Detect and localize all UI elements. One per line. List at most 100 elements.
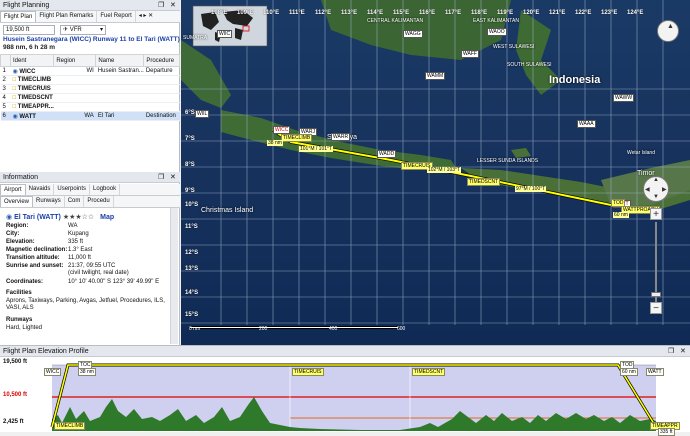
waypoint-tag[interactable]: WAOO	[487, 28, 507, 36]
route-fix[interactable]: TIMECLIMB	[281, 134, 313, 142]
plane-icon: ✈	[63, 27, 69, 33]
altitude-row: 19,500 ft ✈ VFR ▾	[0, 24, 180, 35]
table-row-selected[interactable]: 6 ◉ WATT WA El Tari Destination	[0, 111, 180, 121]
compass-rose[interactable]: ▲	[657, 20, 679, 42]
elevation-chart[interactable]	[0, 357, 690, 433]
waypoint-tag[interactable]: WIIC	[217, 30, 233, 38]
table-header: Ident Region Name Procedure	[0, 54, 180, 67]
restore-icon[interactable]: ❐	[158, 173, 164, 182]
scale-label: 0 nm	[189, 326, 201, 332]
map-view[interactable]: 108°E 109°E 110°E 111°E 112°E 113°E 114°…	[181, 0, 690, 345]
zoom-slider-handle[interactable]	[651, 292, 661, 297]
waypoint-tag[interactable]: WICC	[273, 126, 291, 134]
pan-right-icon[interactable]: ▶	[662, 186, 667, 193]
table-row[interactable]: 3 □ TIMECRUIS	[0, 84, 180, 94]
lon-label: 123°E	[601, 10, 618, 16]
lat-label: 8°S	[185, 162, 195, 168]
map-link[interactable]: Map	[100, 214, 114, 221]
lon-label: 122°E	[575, 10, 592, 16]
info-declination: Magnetic declination:1.3° East	[6, 247, 93, 253]
row-ident: ◉ WATT	[10, 111, 54, 121]
waypoint-tag[interactable]: WIIL	[195, 110, 210, 118]
runways-heading: Runways	[6, 317, 33, 323]
zoom-slider-track[interactable]	[655, 222, 657, 302]
close-icon[interactable]: ✕	[680, 347, 686, 356]
restore-icon[interactable]: ❐	[158, 1, 164, 10]
waypoint-tag[interactable]: WAMM	[425, 72, 446, 80]
info-region: Region: WA	[6, 223, 78, 229]
altitude-spinbox[interactable]: 19,500 ft	[3, 25, 55, 35]
panel-title-text: Flight Planning	[3, 2, 50, 9]
col-ident[interactable]: Ident	[9, 54, 55, 67]
facilities-text: Aprons, Taxiways, Parking, Avgas, Jetfue…	[6, 298, 165, 311]
lon-label: 112°E	[315, 10, 332, 16]
tab-userpoints[interactable]: Userpoints	[54, 184, 91, 195]
lon-label: 111°E	[289, 10, 305, 16]
table-row[interactable]: 1 ◉ WICC WI Husein Sastran... Departure	[0, 66, 180, 76]
waypoint-tag[interactable]: WAAA	[577, 120, 596, 128]
col-region[interactable]: Region	[53, 54, 97, 67]
tab-remarks[interactable]: Flight Plan Remarks	[36, 11, 98, 22]
table-row[interactable]: 5 □ TIMEAPPR...	[0, 102, 180, 112]
pan-left-icon[interactable]: ◀	[645, 186, 650, 193]
row-ident: □ TIMECLIMB	[10, 75, 54, 85]
waypoint-tag[interactable]: WAWW	[613, 94, 635, 102]
scale-bar-line	[189, 326, 399, 329]
airport-subtabs: Overview Runways Com Procedu	[0, 196, 180, 208]
sumatra-land	[181, 40, 231, 108]
region-label: Wetar Island	[627, 150, 655, 156]
col-procedure[interactable]: Procedure	[143, 54, 180, 67]
rules-select[interactable]: ✈ VFR ▾	[60, 25, 106, 35]
pan-down-icon[interactable]: ▼	[653, 194, 659, 200]
region-label: SUMATRA	[183, 35, 208, 41]
tab-procedures[interactable]: Procedu	[84, 196, 114, 207]
zoom-out-button[interactable]: −	[650, 302, 662, 314]
tab-flight-plan[interactable]: Flight Plan	[0, 11, 37, 22]
waypoint-tag[interactable]: WARR	[331, 133, 351, 141]
lat-label: 15°S	[185, 312, 199, 318]
rules-value: VFR	[69, 27, 82, 33]
scale-bar: 0 nm 200 400 600	[189, 326, 409, 334]
profile-waypoint-label: WATT	[646, 368, 664, 376]
panel-title-text: Flight Plan Elevation Profile	[3, 348, 89, 355]
runways-text: Hard, Lighted	[6, 325, 43, 331]
y-axis-label: 19,500 ft	[3, 359, 28, 365]
row-region	[53, 75, 96, 85]
table-row[interactable]: 4 □ TIMEDSCNT	[0, 93, 180, 103]
tab-runways[interactable]: Runways	[33, 196, 65, 207]
tab-airport[interactable]: Airport	[0, 184, 26, 195]
table-row[interactable]: 2 □ TIMECLIMB	[0, 75, 180, 85]
pan-control[interactable]: ▲ ▼ ◀ ▶	[643, 176, 669, 202]
tab-scroll-buttons[interactable]: ◂ ▸ ✕	[136, 11, 156, 22]
waypoint-tag[interactable]: WADD	[377, 150, 397, 158]
waypoint-tag[interactable]: WAFF	[461, 50, 479, 58]
row-region: WA	[53, 111, 96, 121]
row-proc: Departure	[143, 66, 180, 76]
tab-navaids[interactable]: Navaids	[26, 184, 55, 195]
row-name	[95, 84, 144, 94]
region-label: SOUTH SULAWESI	[507, 62, 552, 68]
route-fix[interactable]: TIMEDSCNT	[467, 178, 501, 186]
tab-com[interactable]: Com	[65, 196, 85, 207]
close-icon[interactable]: ✕	[170, 173, 176, 182]
col-name[interactable]: Name	[95, 54, 145, 67]
tab-fuel-report[interactable]: Fuel Report	[97, 11, 136, 22]
lon-label: 110°E	[263, 10, 280, 16]
restore-icon[interactable]: ❐	[668, 347, 674, 356]
lon-label: 124°E	[627, 10, 644, 16]
pan-up-icon[interactable]: ▲	[653, 177, 659, 183]
distance-label: 60 nm	[613, 212, 629, 218]
airport-icon: ◉	[12, 113, 18, 120]
lon-label: 108°E	[211, 10, 228, 16]
info-scrollbar[interactable]	[170, 208, 178, 344]
profile-fix-label: TIMECRUIS	[292, 368, 324, 376]
close-icon[interactable]: ✕	[170, 1, 176, 10]
lat-label: 9°S	[185, 188, 195, 194]
waypoint-tag[interactable]: WAGG	[403, 30, 423, 38]
info-sun-note: (civil twilight, real date)	[68, 270, 129, 276]
tab-logbook[interactable]: Logbook	[90, 184, 121, 195]
tab-overview[interactable]: Overview	[0, 196, 34, 207]
scale-label: 400	[329, 326, 338, 332]
zoom-in-button[interactable]: +	[650, 208, 662, 220]
lon-label: 116°E	[419, 10, 436, 16]
